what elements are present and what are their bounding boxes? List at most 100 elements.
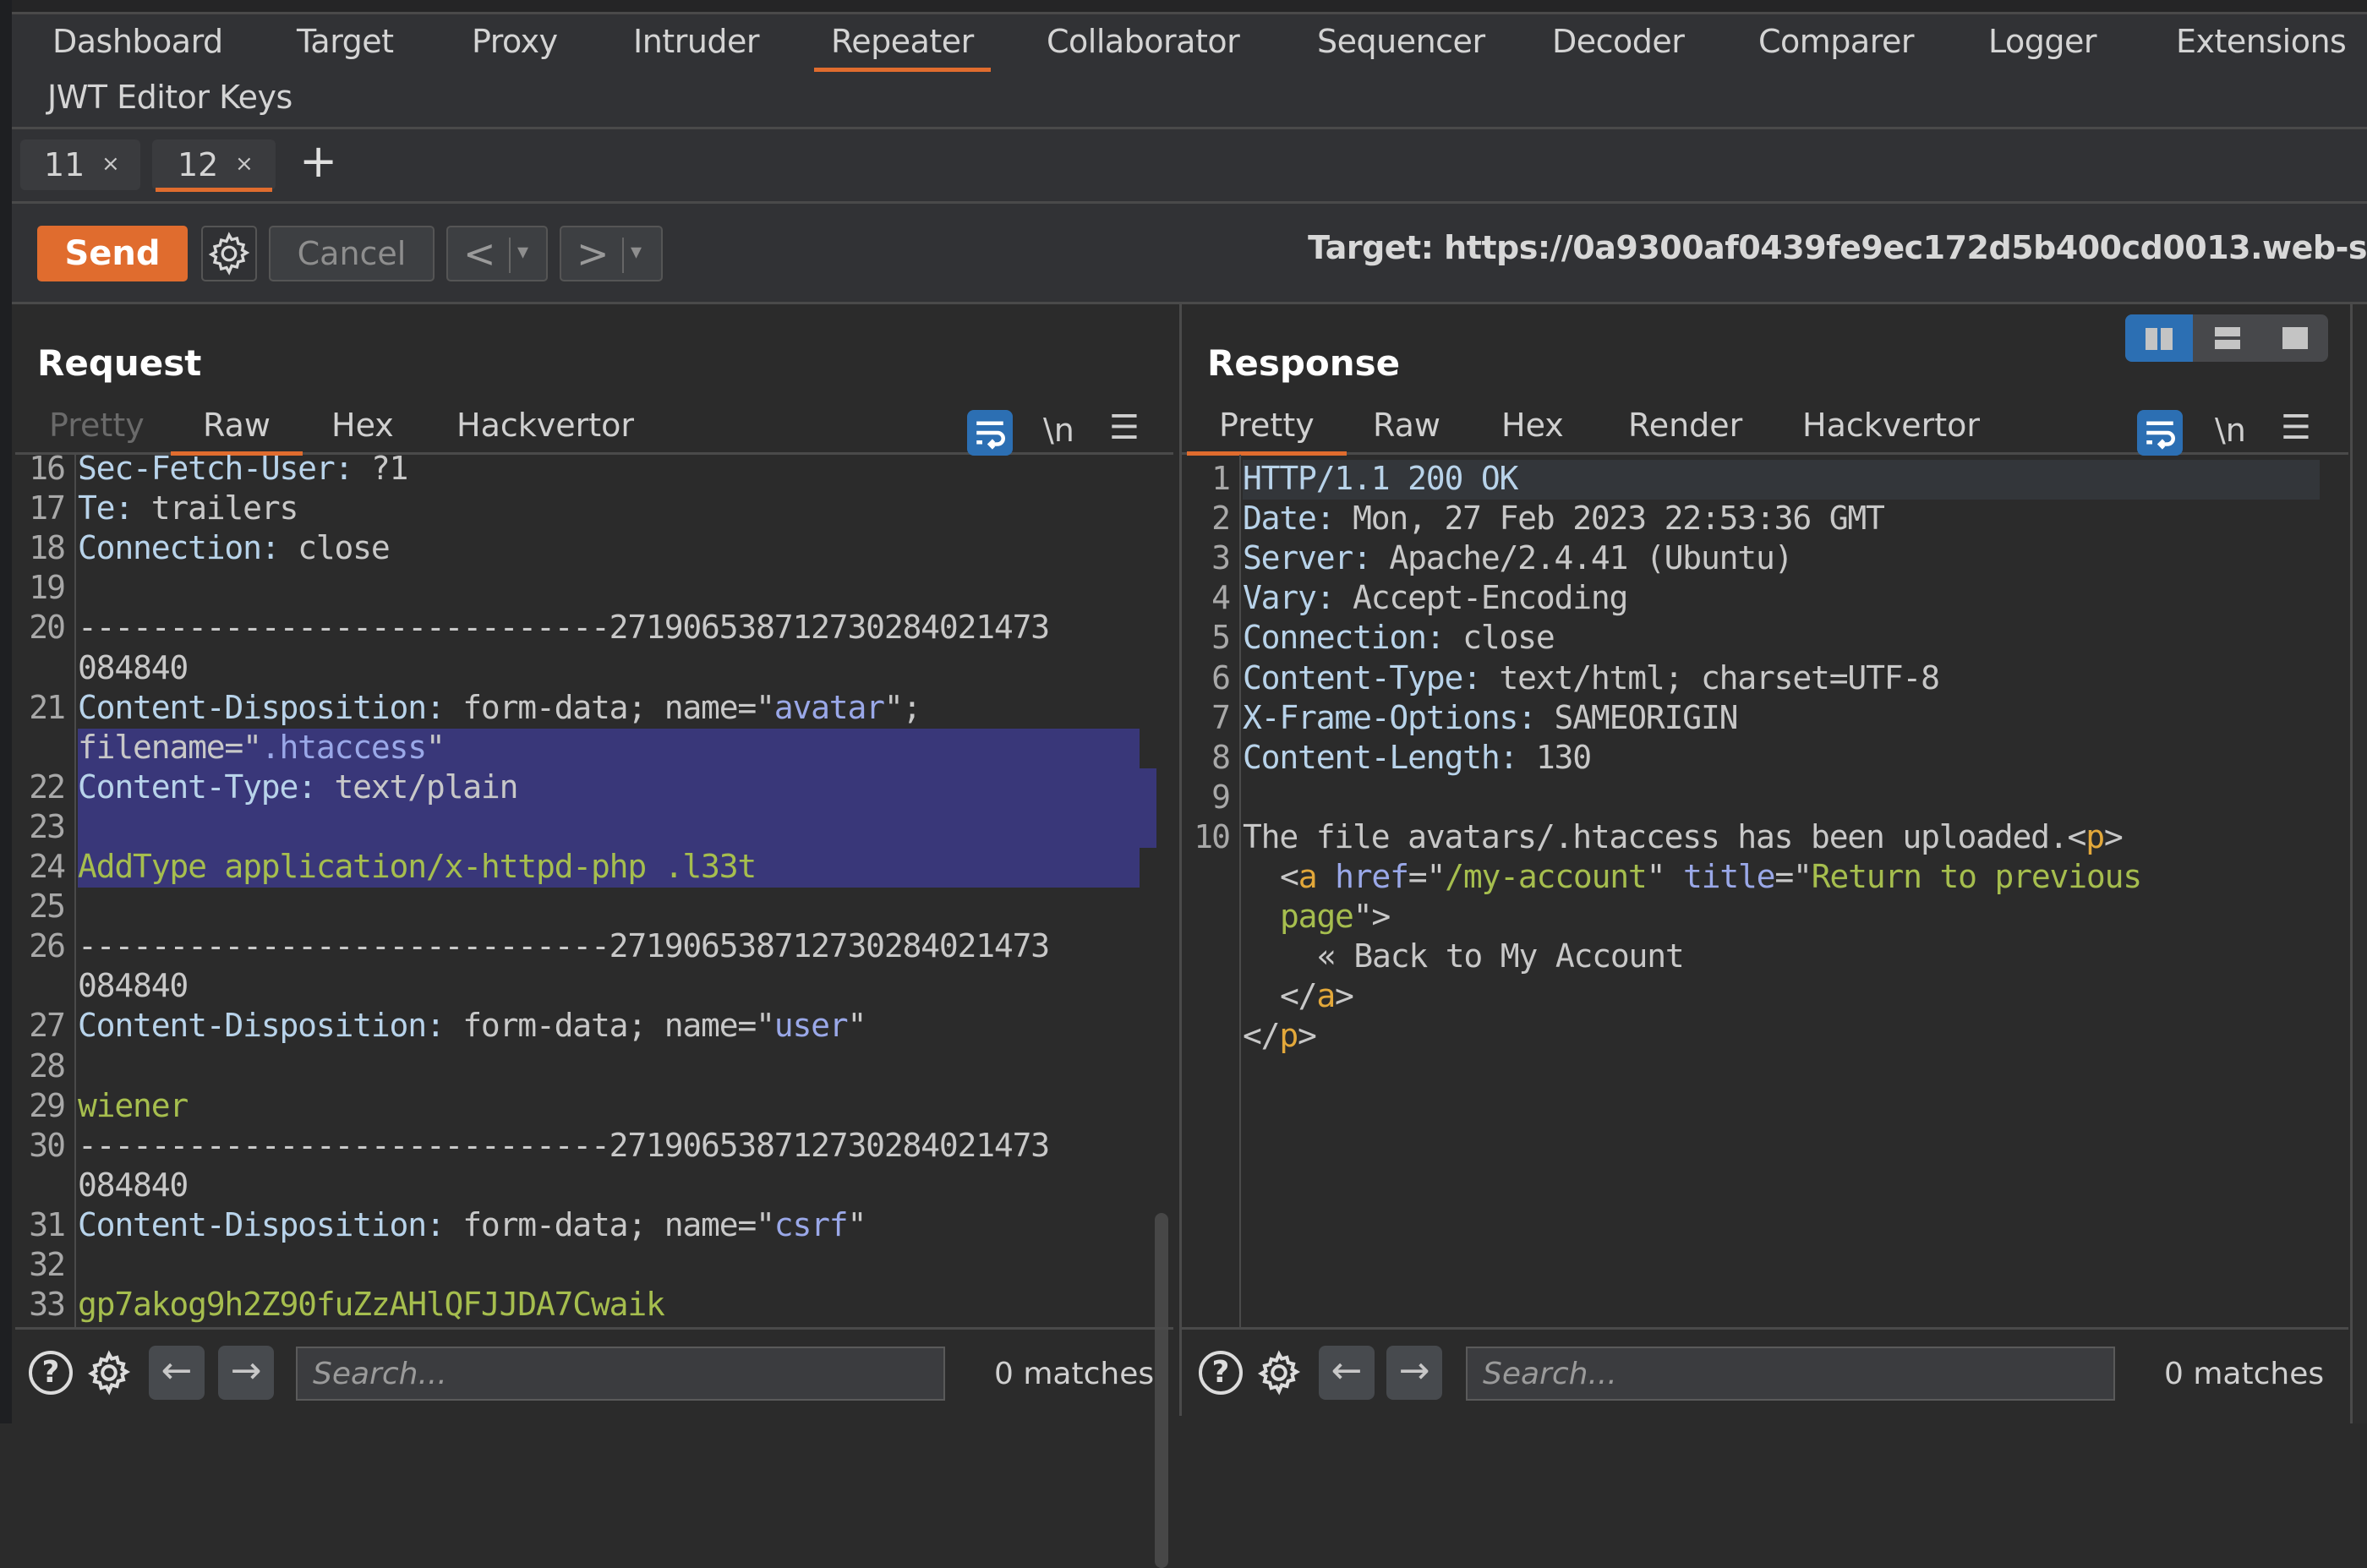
word-wrap-toggle[interactable] (2137, 410, 2183, 456)
chevron-down-icon[interactable]: ▾ (517, 239, 528, 265)
layout-tabs-button[interactable] (2260, 314, 2328, 362)
line-number: 7 (1211, 698, 1231, 736)
request-tab-hackvertor[interactable]: Hackvertor (456, 407, 634, 444)
repeater-tab-12[interactable]: 12 × (152, 139, 276, 192)
line-number: 19 (29, 569, 66, 607)
code-line: page"> (1280, 898, 1391, 936)
close-icon[interactable]: × (235, 151, 254, 177)
columns-icon-part (2161, 328, 2173, 350)
response-tab-render[interactable]: Render (1628, 407, 1742, 444)
line-number: 8 (1211, 738, 1231, 776)
tab-proxy[interactable]: Proxy (472, 23, 558, 60)
code-line: AddType application/x-httpd-php .l33t (78, 848, 757, 885)
request-match-count: 0 matches (994, 1357, 1155, 1391)
arrow-right-icon: → (230, 1349, 262, 1392)
gear-icon (208, 232, 250, 276)
target-url[interactable]: Target: https://0a9300af0439fe9ec172d5b4… (1308, 229, 2367, 266)
tab-logger[interactable]: Logger (1988, 23, 2097, 60)
response-tab-pretty[interactable]: Pretty (1187, 407, 1347, 456)
divider (622, 238, 624, 273)
response-view-tabs: Pretty Raw Hex Render Hackvertor \n ☰ (1182, 402, 2348, 456)
line-number: 5 (1211, 619, 1231, 657)
tab-sequencer[interactable]: Sequencer (1317, 23, 1485, 60)
code-line: -----------------------------27190653871… (78, 927, 1050, 965)
response-title: Response (1207, 342, 1401, 384)
line-number: 2 (1211, 500, 1231, 538)
response-search-input[interactable] (1466, 1347, 2115, 1401)
layout-side-by-side-button[interactable] (2125, 314, 2193, 362)
search-previous-button[interactable]: ← (1319, 1346, 1375, 1400)
code-line: Content-Disposition: form-data; name="cs… (78, 1205, 866, 1243)
response-tab-hackvertor[interactable]: Hackvertor (1802, 407, 1980, 444)
line-number: 16 (29, 455, 66, 487)
search-previous-button[interactable]: ← (149, 1346, 205, 1400)
request-search-input[interactable] (296, 1347, 945, 1401)
line-number: 6 (1211, 658, 1231, 697)
request-tab-raw[interactable]: Raw (171, 407, 303, 456)
gutter-divider (74, 455, 76, 1327)
response-tab-raw[interactable]: Raw (1373, 407, 1440, 444)
search-next-button[interactable]: → (1386, 1346, 1442, 1400)
main-tab-bar: Dashboard Target Proxy Intruder Repeater… (12, 14, 2367, 129)
line-number: 20 (29, 609, 66, 647)
tab-target[interactable]: Target (297, 23, 394, 60)
response-tab-hex[interactable]: Hex (1501, 407, 1564, 444)
repeater-tab-label: 12 (178, 146, 219, 183)
code-line: <a href="/my-account" title="Return to p… (1280, 858, 2142, 895)
wrap-icon (976, 421, 1005, 450)
menu-icon[interactable]: ☰ (1109, 408, 1140, 447)
request-view-tabs: Pretty Raw Hex Hackvertor \n ☰ (15, 402, 1173, 456)
gear-icon[interactable] (1253, 1347, 1305, 1399)
code-line: Content-Disposition: form-data; name="av… (78, 688, 921, 726)
add-tab-icon[interactable]: + (299, 134, 337, 188)
close-icon[interactable]: × (101, 151, 120, 177)
line-number: 24 (29, 848, 66, 885)
send-button[interactable]: Send (37, 226, 188, 281)
search-next-button[interactable]: → (218, 1346, 274, 1400)
tab-jwt-editor-keys[interactable]: JWT Editor Keys (47, 79, 292, 116)
show-newlines-toggle[interactable]: \n (1043, 412, 1074, 449)
show-newlines-toggle[interactable]: \n (2215, 412, 2246, 449)
tab-dashboard[interactable]: Dashboard (52, 23, 223, 60)
code-line: Vary: Accept-Encoding (1243, 579, 1628, 617)
response-search-bar: ? ← → 0 matches (1182, 1327, 2348, 1417)
line-number: 31 (29, 1205, 66, 1243)
history-forward-button[interactable]: > ▾ (560, 226, 663, 281)
line-number: 23 (29, 807, 66, 845)
layout-top-bottom-button[interactable] (2193, 314, 2260, 362)
code-line: Content-Type: text/html; charset=UTF-8 (1243, 658, 1940, 697)
help-icon[interactable]: ? (1199, 1351, 1243, 1395)
line-number: 9 (1211, 778, 1231, 816)
tab-collaborator[interactable]: Collaborator (1047, 23, 1240, 60)
tab-repeater[interactable]: Repeater (814, 23, 991, 72)
arrow-right-icon: → (1398, 1349, 1430, 1392)
tab-intruder[interactable]: Intruder (633, 23, 760, 60)
response-editor[interactable]: 1 HTTP/1.1 200 OK 2 Date: Mon, 27 Feb 2023 … (1182, 455, 2348, 1327)
cancel-button[interactable]: Cancel (269, 226, 435, 281)
request-tab-hex[interactable]: Hex (331, 407, 394, 444)
repeater-tab-11[interactable]: 11 × (20, 139, 140, 190)
repeater-toolbar: Send Cancel < ▾ > ▾ Target: https://0a93… (12, 204, 2367, 304)
code-line: X-Frame-Options: SAMEORIGIN (1243, 698, 1739, 736)
code-line: 084840 (78, 648, 189, 686)
help-icon[interactable]: ? (29, 1351, 73, 1395)
line-number: 32 (29, 1246, 66, 1283)
window-top-strip (0, 0, 2367, 14)
code-line: </a> (1280, 977, 1354, 1015)
gear-icon[interactable] (83, 1347, 135, 1399)
word-wrap-toggle[interactable] (967, 410, 1013, 456)
code-line: Content-Disposition: form-data; name="us… (78, 1007, 866, 1045)
tab-decoder[interactable]: Decoder (1552, 23, 1685, 60)
request-tab-pretty[interactable]: Pretty (49, 407, 145, 444)
menu-icon[interactable]: ☰ (2281, 408, 2311, 447)
tab-comparer[interactable]: Comparer (1758, 23, 1915, 60)
line-number: 3 (1211, 539, 1231, 577)
line-number: 4 (1211, 579, 1231, 617)
tab-extensions[interactable]: Extensions (2176, 23, 2347, 60)
arrow-left-icon: ← (1331, 1349, 1363, 1392)
history-back-button[interactable]: < ▾ (446, 226, 548, 281)
chevron-down-icon[interactable]: ▾ (631, 239, 642, 265)
line-number: 18 (29, 529, 66, 567)
request-settings-button[interactable] (201, 226, 257, 281)
request-editor[interactable]: 16 Sec-Fetch-User: ?1 17 Te: trailers 18 Conn… (15, 455, 1173, 1327)
